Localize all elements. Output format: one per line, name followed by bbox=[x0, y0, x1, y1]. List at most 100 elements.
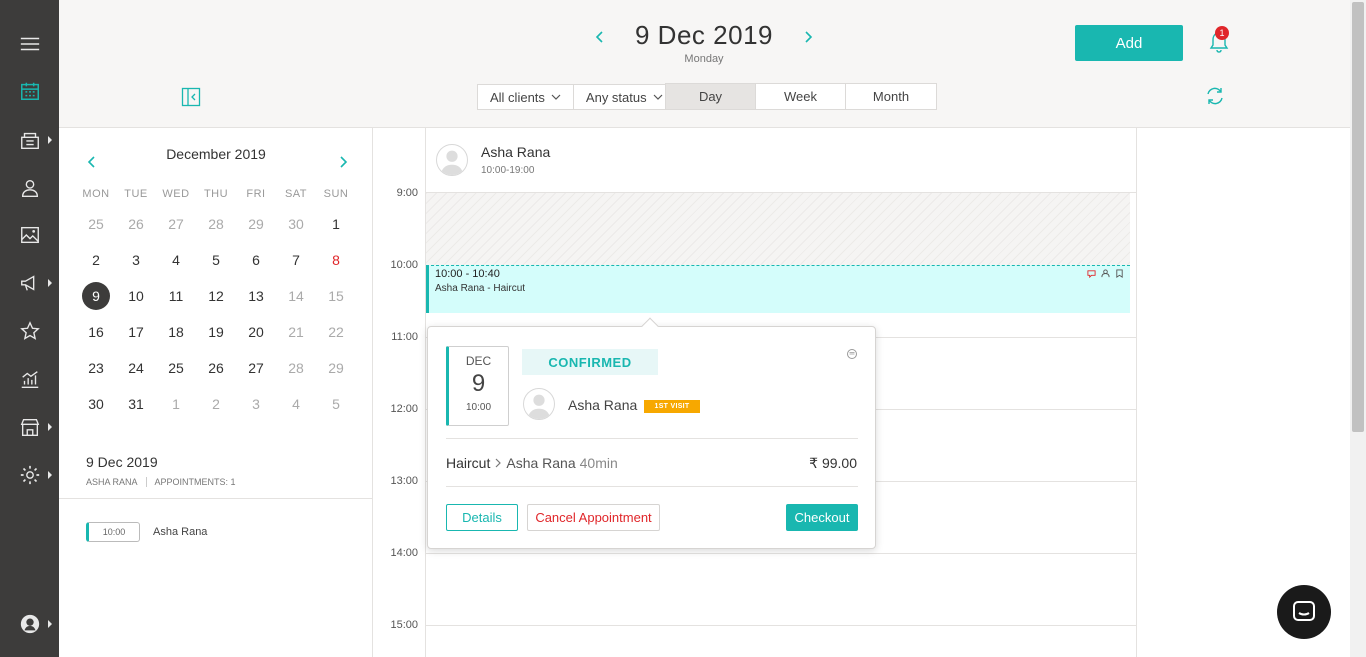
page-scrollbar[interactable] bbox=[1350, 0, 1366, 657]
star-icon bbox=[19, 321, 40, 340]
appointment-event[interactable]: 10:00 - 10:40 Asha Rana - Haircut bbox=[426, 265, 1130, 313]
nav-settings[interactable] bbox=[0, 455, 59, 495]
calendar-day-number: 14 bbox=[288, 288, 304, 304]
checkout-button[interactable]: Checkout bbox=[786, 504, 858, 531]
calendar-day[interactable]: 3 bbox=[236, 396, 276, 412]
calendar-day[interactable]: 1 bbox=[156, 396, 196, 412]
refresh-icon[interactable] bbox=[1204, 85, 1226, 107]
calendar-day[interactable]: 27 bbox=[236, 360, 276, 376]
calendar-day-number: 8 bbox=[332, 252, 340, 268]
calendar-day[interactable]: 5 bbox=[196, 252, 236, 268]
calendar-day[interactable]: 26 bbox=[116, 216, 156, 232]
calendar-day[interactable]: 15 bbox=[316, 288, 356, 304]
calendar-day[interactable]: 4 bbox=[276, 396, 316, 412]
calendar-day-number: 20 bbox=[248, 324, 264, 340]
calendar-day-number: 27 bbox=[168, 216, 184, 232]
tab-month[interactable]: Month bbox=[846, 84, 936, 109]
calendar-day[interactable]: 25 bbox=[76, 216, 116, 232]
calendar-day[interactable]: 13 bbox=[236, 288, 276, 304]
nav-store[interactable] bbox=[0, 407, 59, 447]
calendar-day[interactable]: 12 bbox=[196, 288, 236, 304]
calendar-day[interactable]: 3 bbox=[116, 252, 156, 268]
mini-calendar-next-button[interactable] bbox=[332, 151, 354, 173]
chevron-down-icon bbox=[653, 94, 663, 100]
calendar-day[interactable]: 19 bbox=[196, 324, 236, 340]
calendar-day[interactable]: 21 bbox=[276, 324, 316, 340]
calendar-week-row: 9 10 11 12 13 14 15 bbox=[76, 278, 356, 314]
calendar-day[interactable]: 31 bbox=[116, 396, 156, 412]
details-button[interactable]: Details bbox=[446, 504, 518, 531]
side-appointment-name[interactable]: Asha Rana bbox=[153, 526, 207, 538]
staff-header: Asha Rana 10:00-19:00 bbox=[426, 128, 1137, 193]
client-name[interactable]: Asha Rana bbox=[568, 397, 637, 413]
nav-gallery[interactable] bbox=[0, 215, 59, 255]
calendar-day-number: 24 bbox=[128, 360, 144, 376]
calendar-day[interactable]: 20 bbox=[236, 324, 276, 340]
scrollbar-thumb[interactable] bbox=[1352, 2, 1364, 432]
calendar-day[interactable]: 28 bbox=[276, 360, 316, 376]
time-label: 11:00 bbox=[391, 331, 418, 343]
calendar-day[interactable]: 10 bbox=[116, 288, 156, 304]
appointment-date-card: DEC 9 10:00 bbox=[446, 346, 509, 426]
calendar-day[interactable]: 30 bbox=[276, 216, 316, 232]
collapse-panel-icon[interactable] bbox=[181, 87, 201, 107]
calendar-day[interactable]: 14 bbox=[276, 288, 316, 304]
calendar-day[interactable]: 23 bbox=[76, 360, 116, 376]
current-date-title: 9 Dec 2019 bbox=[635, 20, 773, 50]
nav-profile[interactable] bbox=[0, 604, 59, 644]
chat-icon[interactable] bbox=[846, 348, 858, 360]
calendar-day[interactable]: 2 bbox=[76, 252, 116, 268]
event-icons bbox=[1087, 269, 1124, 278]
calendar-day[interactable]: 24 bbox=[116, 360, 156, 376]
clients-filter-dropdown[interactable]: All clients bbox=[478, 85, 574, 109]
support-chat-button[interactable] bbox=[1277, 585, 1331, 639]
nav-clients[interactable] bbox=[0, 168, 59, 208]
calendar-day[interactable]: 27 bbox=[156, 216, 196, 232]
status-filter-dropdown[interactable]: Any status bbox=[574, 85, 675, 109]
menu-button[interactable] bbox=[0, 24, 59, 64]
mini-calendar-prev-button[interactable] bbox=[81, 151, 103, 173]
next-day-button[interactable] bbox=[797, 26, 819, 48]
calendar-day[interactable]: 28 bbox=[196, 216, 236, 232]
nav-reports[interactable] bbox=[0, 359, 59, 399]
calendar-day[interactable]: 1 bbox=[316, 216, 356, 232]
calendar-day[interactable]: 26 bbox=[196, 360, 236, 376]
nav-marketing[interactable] bbox=[0, 263, 59, 303]
cancel-appointment-button[interactable]: Cancel Appointment bbox=[527, 504, 660, 531]
calendar-day[interactable]: 30 bbox=[76, 396, 116, 412]
calendar-day[interactable]: 29 bbox=[236, 216, 276, 232]
calendar-day-number: 31 bbox=[128, 396, 144, 412]
submenu-caret-icon bbox=[48, 136, 52, 144]
tab-week[interactable]: Week bbox=[756, 84, 846, 109]
calendar-day[interactable]: 18 bbox=[156, 324, 196, 340]
nav-reviews[interactable] bbox=[0, 311, 59, 351]
calendar-day[interactable]: 16 bbox=[76, 324, 116, 340]
add-button[interactable]: Add bbox=[1075, 25, 1183, 61]
time-label: 15:00 bbox=[390, 619, 418, 631]
comment-icon bbox=[1087, 270, 1096, 278]
calendar-day[interactable]: 11 bbox=[156, 288, 196, 304]
mini-calendar-grid: MON TUE WED THU FRI SAT SUN 25 26 27 28 29 30 1 2 3 4 5 6 7… bbox=[76, 182, 356, 422]
tab-day[interactable]: Day bbox=[666, 84, 756, 109]
calendar-day[interactable]: 25 bbox=[156, 360, 196, 376]
calendar-day[interactable]: 2 bbox=[196, 396, 236, 412]
calendar-day[interactable]: 4 bbox=[156, 252, 196, 268]
calendar-day[interactable]: 5 bbox=[316, 396, 356, 412]
side-appointment-time-chip[interactable]: 10:00 bbox=[86, 522, 140, 542]
calendar-day[interactable]: 29 bbox=[316, 360, 356, 376]
calendar-day[interactable]: 7 bbox=[276, 252, 316, 268]
calendar-day-number: 2 bbox=[212, 396, 220, 412]
nav-inventory[interactable] bbox=[0, 120, 59, 160]
calendar-day[interactable]: 22 bbox=[316, 324, 356, 340]
nav-calendar[interactable] bbox=[0, 71, 59, 111]
main-nav bbox=[0, 0, 59, 657]
calendar-day-number: 28 bbox=[288, 360, 304, 376]
side-panel: December 2019 MON TUE WED THU FRI SAT SUN 25 26 2… bbox=[59, 128, 373, 657]
chevron-right-icon bbox=[805, 31, 813, 43]
clients-icon bbox=[21, 179, 38, 197]
calendar-day[interactable]: 8 bbox=[316, 252, 356, 268]
calendar-day[interactable]: 6 bbox=[236, 252, 276, 268]
calendar-day-number: 26 bbox=[128, 216, 144, 232]
calendar-day[interactable]: 17 bbox=[116, 324, 156, 340]
calendar-day[interactable]: 9 bbox=[76, 282, 116, 310]
